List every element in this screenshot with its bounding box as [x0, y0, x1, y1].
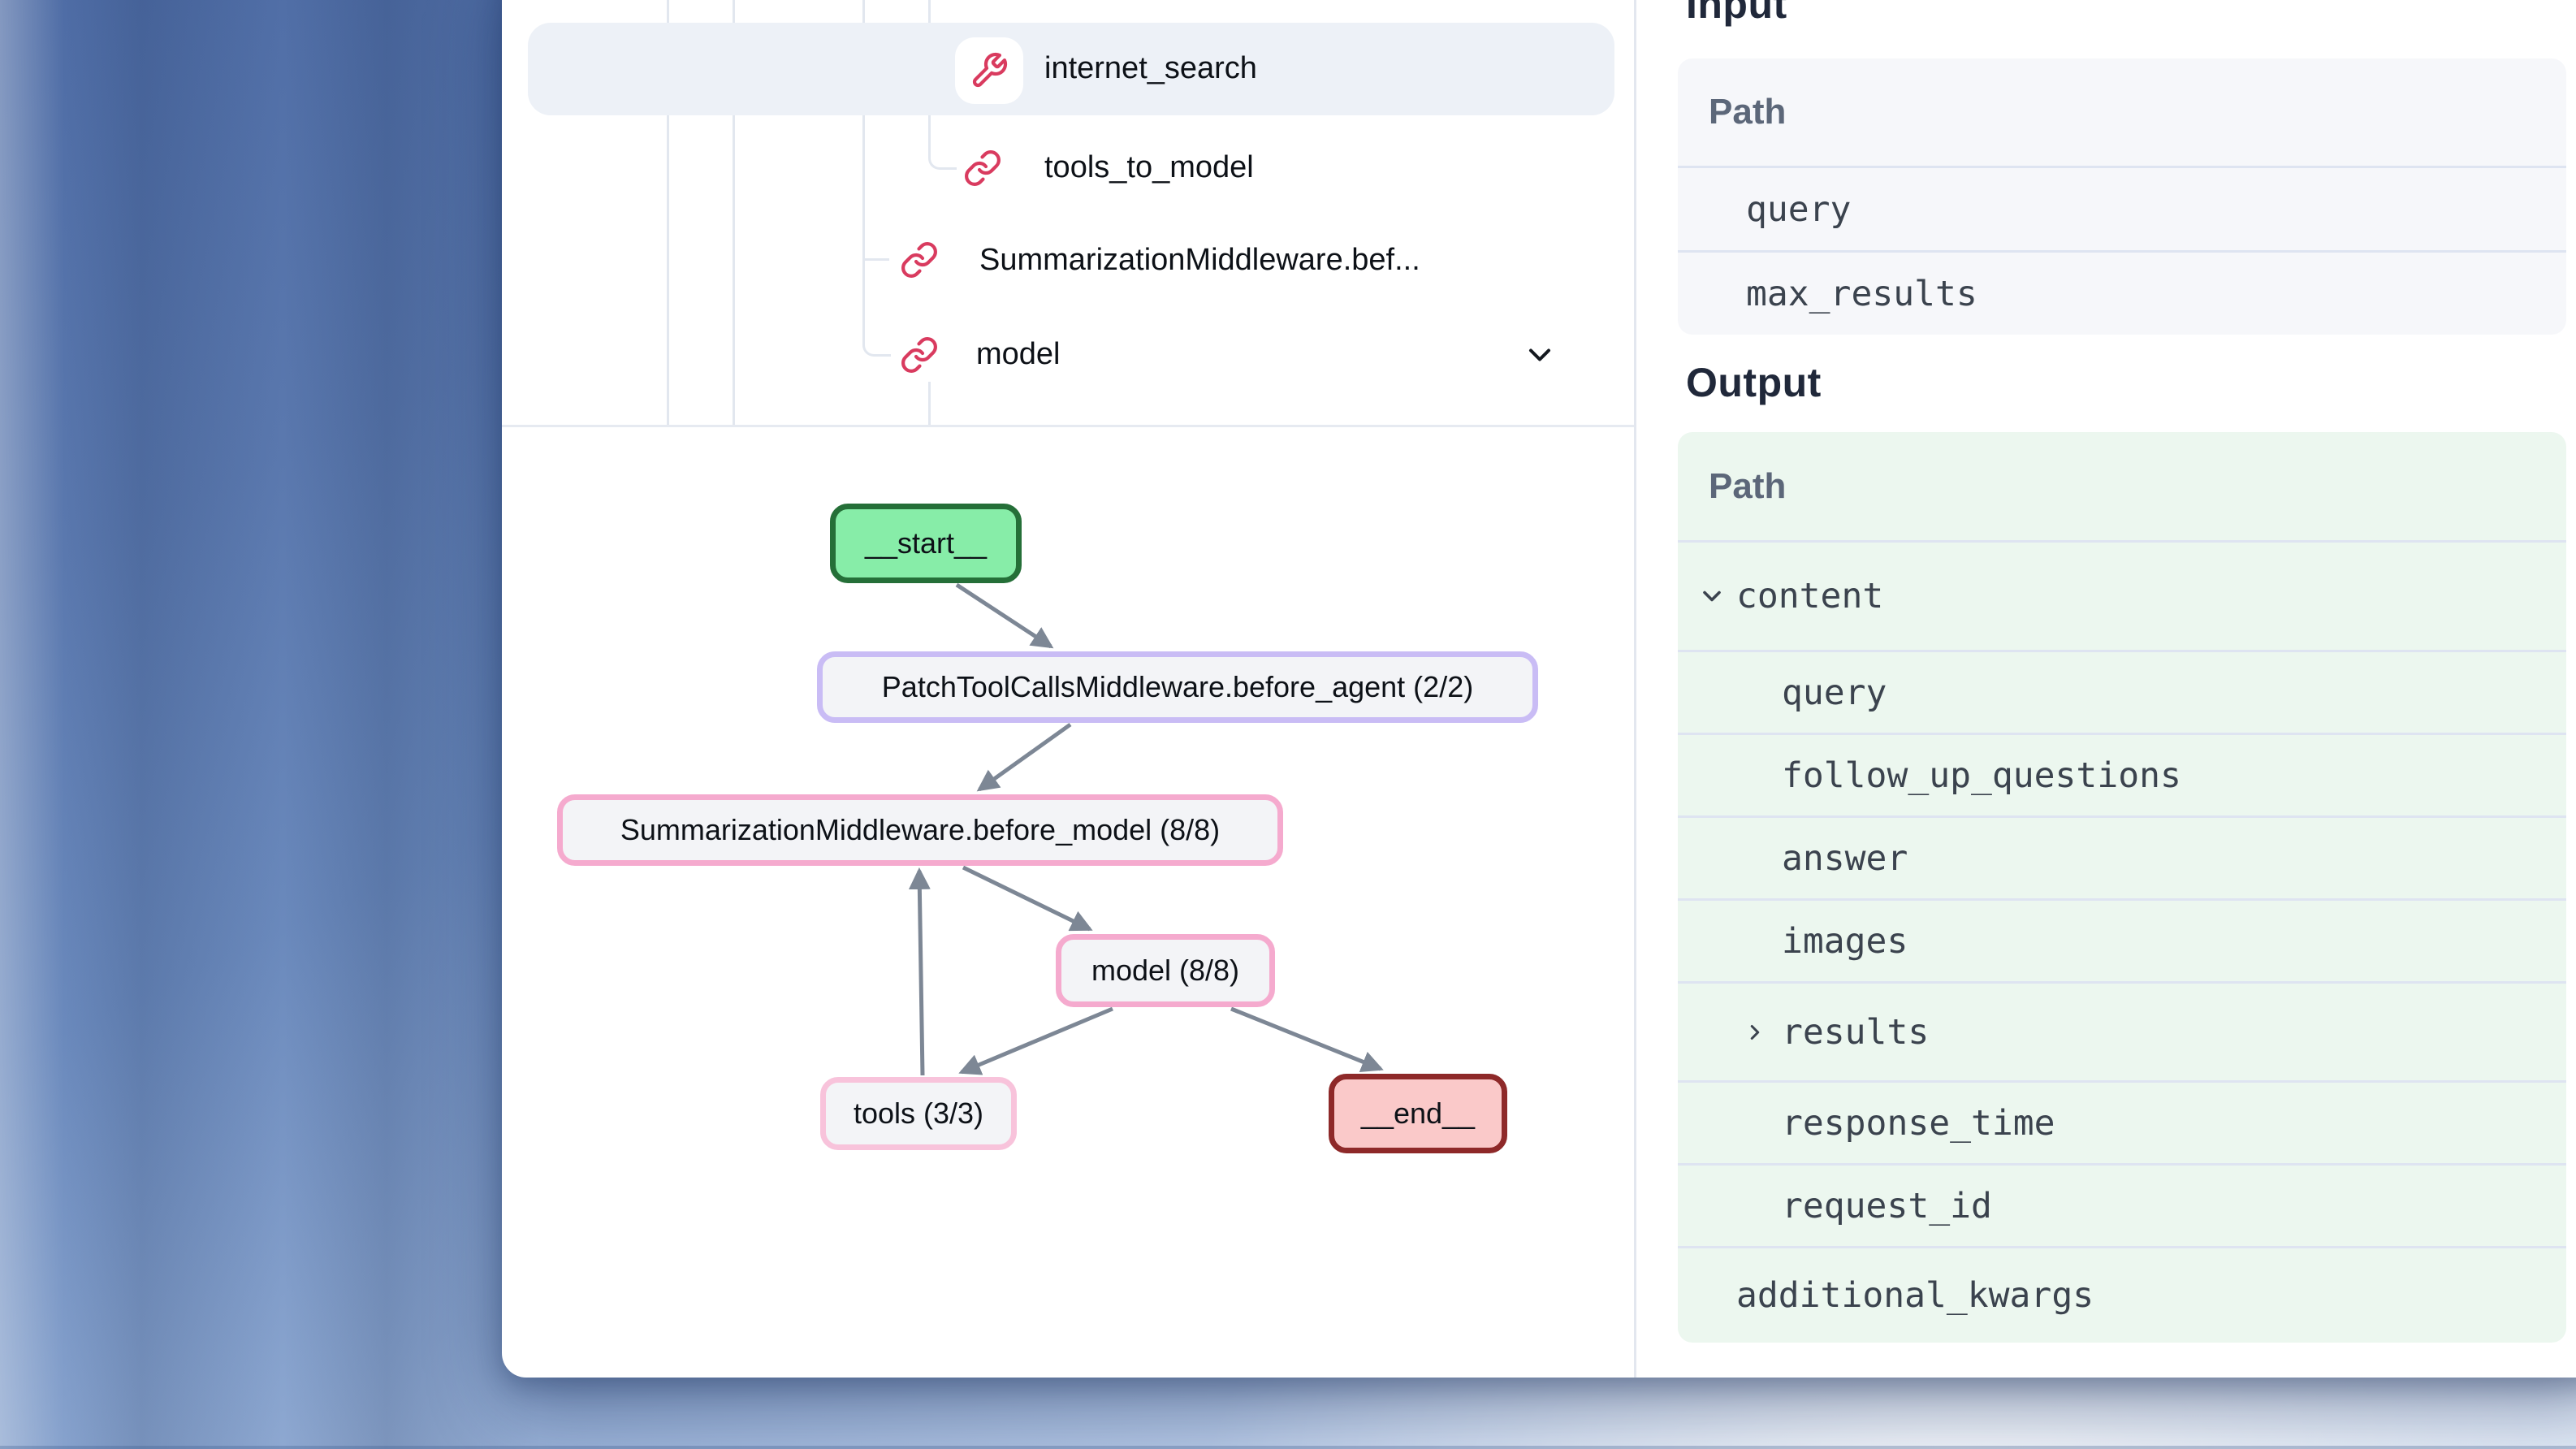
table-row: images	[1678, 898, 2566, 981]
trace-pane: internet_search tools_to_model S	[502, 0, 1634, 1378]
path-cell: additional_kwargs	[1736, 1275, 2094, 1316]
graph-edge	[962, 1009, 1113, 1072]
table-row: max_results	[1678, 250, 2566, 335]
tree-branch-corner	[928, 130, 957, 170]
graph-node-summarization-before-model[interactable]: SummarizationMiddleware.before_model (8/…	[557, 794, 1283, 866]
tree-guide	[928, 382, 931, 425]
graph-edge	[1231, 1009, 1381, 1069]
path-column-header: Path	[1678, 58, 2566, 166]
table-row: additional_kwargs	[1678, 1246, 2566, 1343]
path-cell: query	[1782, 673, 1887, 713]
chevron-down-icon[interactable]	[1697, 582, 1727, 611]
table-row: query	[1678, 650, 2566, 733]
tree-item-summarization-middleware[interactable]: SummarizationMiddleware.bef...	[979, 214, 1420, 305]
graph-edge	[979, 724, 1070, 789]
agent-graph: __start__ PatchToolCallsMiddleware.befor…	[502, 427, 1634, 1378]
run-inspector-pane: Input Path query max_results Output Path co…	[1636, 0, 2576, 1378]
path-column-header: Path	[1678, 432, 2566, 540]
path-cell: query	[1746, 189, 1851, 230]
graph-node-model[interactable]: model (8/8)	[1056, 934, 1275, 1007]
graph-node-patch-before-agent[interactable]: PatchToolCallsMiddleware.before_agent (2…	[817, 651, 1538, 723]
link-icon	[900, 335, 939, 374]
path-cell: content	[1736, 576, 1883, 616]
tool-icon-badge	[955, 37, 1023, 104]
table-row: query	[1678, 166, 2566, 250]
graph-node-end[interactable]: __end__	[1329, 1074, 1507, 1153]
path-cell: images	[1782, 921, 1908, 962]
link-icon	[900, 240, 939, 279]
path-cell: max_results	[1746, 274, 1977, 314]
trace-viewer-window: internet_search tools_to_model S	[502, 0, 2576, 1378]
window-content: internet_search tools_to_model S	[502, 0, 2576, 1378]
chevron-right-icon[interactable]	[1743, 1020, 1767, 1045]
tree-item-model[interactable]: model	[976, 309, 1061, 400]
path-cell: results	[1782, 1012, 1929, 1053]
graph-node-start[interactable]: __start__	[830, 504, 1022, 583]
graph-node-tools[interactable]: tools (3/3)	[820, 1077, 1017, 1150]
graph-edge	[957, 585, 1051, 647]
table-row: answer	[1678, 815, 2566, 898]
tree-item-tools-to-model[interactable]: tools_to_model	[1044, 122, 1254, 213]
graph-edge	[963, 867, 1090, 929]
input-path-table: Path query max_results	[1678, 58, 2566, 335]
path-cell: follow_up_questions	[1782, 755, 2181, 796]
link-icon	[963, 149, 1002, 188]
path-cell: request_id	[1782, 1186, 1992, 1226]
wrench-icon	[970, 51, 1009, 90]
table-row: request_id	[1678, 1163, 2566, 1246]
table-row: response_time	[1678, 1080, 2566, 1163]
graph-edges	[502, 427, 1634, 1378]
input-section-heading: Input	[1686, 0, 1787, 28]
table-row[interactable]: results	[1678, 981, 2566, 1080]
tree-branch	[865, 258, 889, 261]
graph-edge	[919, 871, 923, 1075]
tree-branch-corner	[862, 317, 891, 357]
output-path-table: Path content query follow_up_questionsanswe…	[1678, 432, 2566, 1343]
path-cell: response_time	[1782, 1103, 2055, 1144]
tree-item-internet-search[interactable]: internet_search	[1044, 23, 1257, 114]
trace-tree: internet_search tools_to_model S	[502, 0, 1634, 427]
table-row: follow_up_questions	[1678, 733, 2566, 815]
path-cell: answer	[1782, 838, 1908, 879]
output-section-heading: Output	[1686, 359, 1822, 406]
table-row[interactable]: content	[1678, 540, 2566, 650]
chevron-down-icon[interactable]	[1522, 337, 1558, 373]
